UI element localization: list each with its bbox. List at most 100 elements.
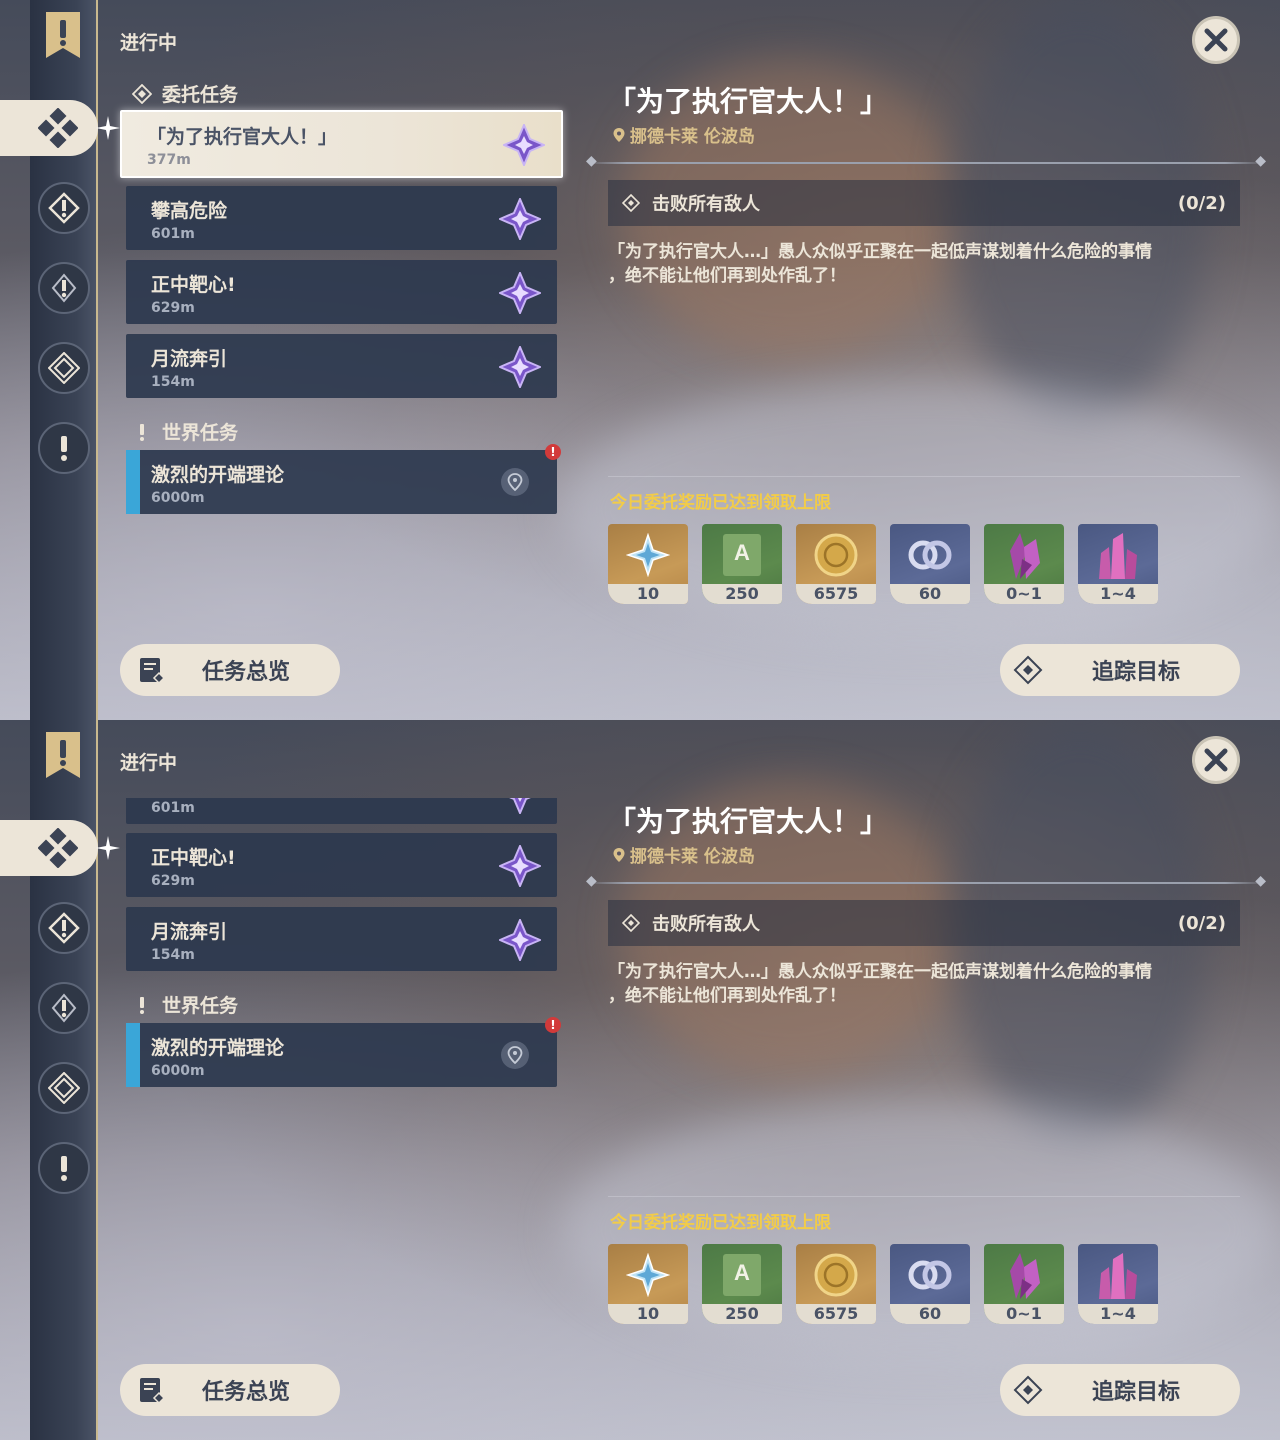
quest-distance: 601m	[151, 226, 195, 242]
event-star-icon	[48, 1072, 80, 1104]
commission-header-icon	[132, 83, 152, 104]
track-diamond-icon	[1010, 652, 1046, 688]
archon-quest-icon	[48, 192, 80, 224]
quest-title: 「为了执行官大人！」	[147, 126, 338, 148]
reward-list: 10 A 250 6575 60 0~1 1~4	[608, 524, 1158, 604]
objective-text: 击败所有敌人	[652, 194, 760, 215]
sidebar-item-archon[interactable]	[38, 182, 90, 234]
track-label: 追踪目标	[1092, 660, 1181, 685]
crystal-cluster-icon	[1099, 533, 1137, 579]
close-button[interactable]	[1192, 16, 1240, 64]
detail-title: 「为了执行官大人！」	[608, 805, 889, 838]
track-target-button[interactable]: 追踪目标	[1000, 1364, 1240, 1416]
quest-description: 「为了执行官大人…」愚人众似乎正聚在一起低声谋划着什么危险的事情 ，绝不能让他们…	[608, 240, 1248, 288]
title-divider	[586, 873, 1266, 889]
quest-distance: 629m	[151, 873, 195, 889]
sparkle-icon	[96, 836, 120, 860]
companionship-exp-icon	[908, 1260, 952, 1290]
sidebar-item-world[interactable]	[38, 422, 90, 474]
reward-item[interactable]: 60	[890, 1244, 970, 1324]
reward-item[interactable]: 60	[890, 524, 970, 604]
commission-star-icon	[499, 346, 541, 388]
commission-star-icon	[499, 845, 541, 887]
reward-item[interactable]: A 250	[702, 524, 782, 604]
world-header: 世界任务	[132, 418, 238, 445]
world-header: 世界任务	[132, 991, 238, 1018]
crystal-ore-icon	[1010, 533, 1040, 579]
commission-diamond-icon	[38, 828, 78, 868]
sidebar-item-story[interactable]	[38, 262, 90, 314]
commission-star-icon	[509, 798, 531, 814]
world-header-label: 世界任务	[162, 422, 239, 444]
sidebar-item-commissions[interactable]	[0, 100, 98, 156]
event-star-icon	[48, 352, 80, 384]
quest-title: 月流奔引	[151, 921, 228, 943]
quest-distance: 154m	[151, 947, 195, 963]
objective-text: 击败所有敌人	[652, 914, 760, 935]
sidebar-item-events[interactable]	[38, 342, 90, 394]
reward-count: 0~1	[984, 584, 1064, 604]
sidebar-item-story[interactable]	[38, 982, 90, 1034]
track-diamond-icon	[1010, 1372, 1046, 1408]
quest-distance: 6000m	[151, 490, 205, 506]
sidebar-item-archon[interactable]	[38, 902, 90, 954]
map-pin-icon[interactable]	[501, 468, 529, 496]
overview-label: 任务总览	[202, 1380, 291, 1405]
world-quest-icon	[61, 436, 67, 461]
world-header-icon	[140, 423, 144, 441]
reward-item[interactable]: 0~1	[984, 1244, 1064, 1324]
reward-item[interactable]: 1~4	[1078, 524, 1158, 604]
quest-distance: 601m	[151, 800, 195, 816]
reward-count: 10	[608, 584, 688, 604]
overview-label: 任务总览	[202, 660, 291, 685]
commission-star-icon	[503, 124, 545, 166]
quest-item[interactable]: 正中靶心! 629m	[126, 260, 557, 324]
bookmark-icon[interactable]	[44, 12, 82, 58]
quest-overview-button[interactable]: 任务总览	[120, 1364, 340, 1416]
reward-item[interactable]: 6575	[796, 1244, 876, 1324]
adventure-exp-icon: A	[723, 1254, 761, 1296]
reward-item[interactable]: 10	[608, 524, 688, 604]
quest-item-world[interactable]: 激烈的开端理论 6000m !	[126, 1017, 561, 1087]
reward-list: 10 A 250 6575 60 0~1 1~4	[608, 1244, 1158, 1324]
quest-item[interactable]: 月流奔引 154m	[126, 334, 557, 398]
quest-overview-button[interactable]: 任务总览	[120, 644, 340, 696]
title-divider	[586, 153, 1266, 169]
reward-count: 1~4	[1078, 584, 1158, 604]
reward-count: 250	[702, 584, 782, 604]
reward-item[interactable]: A 250	[702, 1244, 782, 1324]
detail-location: 挪德卡莱 伦波岛	[612, 842, 755, 867]
quest-item-selected[interactable]: 「为了执行官大人！」 377m	[120, 110, 563, 178]
location-text: 挪德卡莱 伦波岛	[630, 127, 755, 147]
quest-item[interactable]: 月流奔引 154m	[126, 907, 557, 971]
map-pin-icon[interactable]	[501, 1041, 529, 1069]
reward-divider	[608, 476, 1240, 477]
commission-star-icon	[499, 919, 541, 961]
sidebar-item-world[interactable]	[38, 1142, 90, 1194]
objective-bar: 击败所有敌人 (0/2)	[608, 900, 1240, 946]
mora-icon	[814, 1253, 858, 1297]
quest-item-partial[interactable]: 攀高危险 601m	[126, 798, 557, 824]
track-target-button[interactable]: 追踪目标	[1000, 644, 1240, 696]
quest-distance: 154m	[151, 374, 195, 390]
reward-count: 60	[890, 584, 970, 604]
close-button[interactable]	[1192, 736, 1240, 784]
detail-location: 挪德卡莱 伦波岛	[612, 122, 755, 147]
reward-item[interactable]: 1~4	[1078, 1244, 1158, 1324]
bookmark-icon[interactable]	[44, 732, 82, 778]
reward-item[interactable]: 6575	[796, 524, 876, 604]
reward-count: 10	[608, 1304, 688, 1324]
sidebar-item-commissions[interactable]	[0, 820, 98, 876]
quest-item[interactable]: 正中靶心! 629m	[126, 833, 557, 897]
reward-item[interactable]: 0~1	[984, 524, 1064, 604]
quest-distance: 6000m	[151, 1063, 205, 1079]
sidebar-item-events[interactable]	[38, 1062, 90, 1114]
reward-item[interactable]: 10	[608, 1244, 688, 1324]
objective-diamond-icon	[622, 194, 640, 212]
quest-book-icon	[134, 652, 170, 688]
quest-item-world[interactable]: 激烈的开端理论 6000m !	[126, 444, 561, 514]
svg-text:A: A	[734, 1260, 750, 1285]
quest-book-icon	[134, 1372, 170, 1408]
quest-item[interactable]: 攀高危险 601m	[126, 186, 557, 250]
reward-limit-note: 今日委托奖励已达到领取上限	[610, 1213, 831, 1233]
